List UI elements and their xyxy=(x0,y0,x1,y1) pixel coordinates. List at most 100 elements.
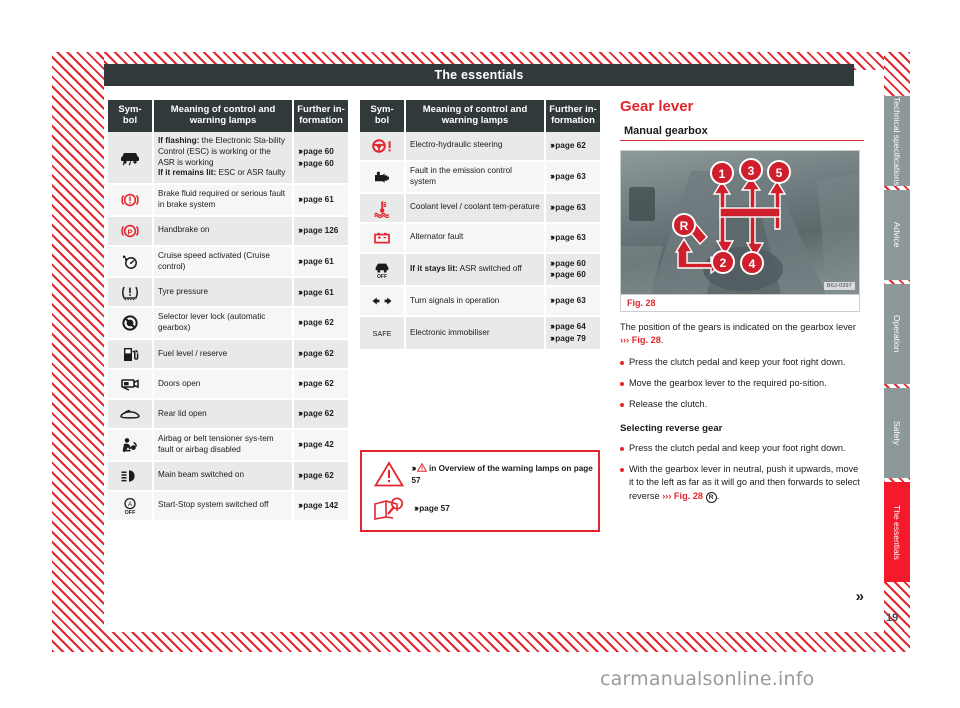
table-row: Rear lid open ››› page 62 xyxy=(108,400,348,431)
section-tab-the-essentials[interactable]: The essentials xyxy=(884,482,910,582)
further-information-cell[interactable]: ››› page 63 xyxy=(546,161,600,194)
tyre-pressure-icon xyxy=(117,282,143,302)
intro-end: . xyxy=(660,335,664,346)
reverse-gear-heading: Selecting reverse gear xyxy=(620,422,723,434)
meaning-text: Selector lever lock (automatic gearbox) xyxy=(158,312,266,333)
tab-label: Operation xyxy=(892,315,902,353)
svg-text:OFF: OFF xyxy=(377,274,387,279)
page-reference[interactable]: ››› page 62 xyxy=(298,317,334,329)
coolant-temp-icon xyxy=(369,198,395,218)
further-information-cell[interactable]: ››› page 61 xyxy=(294,246,348,279)
reverse-badge: R xyxy=(705,491,717,503)
further-information-cell[interactable]: ››› page 64 ››› page 79 xyxy=(546,317,600,351)
page-reference[interactable]: ››› page 63 xyxy=(550,295,586,307)
symbol-cell xyxy=(108,308,154,341)
meaning-text: If it stays lit: ASR switched off xyxy=(410,263,522,273)
article-subtitle: Manual gearbox xyxy=(624,125,708,137)
note-text: ››› page 57 xyxy=(414,502,450,513)
page-reference[interactable]: ››› page 62 xyxy=(298,470,334,482)
page-reference[interactable]: ››› page 126 xyxy=(298,225,338,237)
section-tab-advice[interactable]: Advice xyxy=(884,190,910,280)
page-reference[interactable]: ››› page 63 xyxy=(550,171,586,183)
page-reference[interactable]: ››› page 63 xyxy=(550,202,586,214)
svg-text:3: 3 xyxy=(748,164,755,178)
symbol-cell: SAFE xyxy=(360,317,406,351)
meaning-cell: Handbrake on xyxy=(154,216,294,247)
meaning-cell: Fault in the emission control system xyxy=(406,161,546,194)
intro-paragraph: The position of the gears is indicated o… xyxy=(620,321,864,348)
page-reference[interactable]: ››› page 61 xyxy=(298,256,334,268)
page-reference[interactable]: ››› page 142 xyxy=(298,500,338,512)
further-information-cell[interactable]: ››› page 63 xyxy=(546,287,600,318)
further-information-cell[interactable]: ››› page 42 xyxy=(294,430,348,462)
further-information-cell[interactable]: ››› page 63 xyxy=(546,223,600,254)
meaning-cell: Turn signals in operation xyxy=(406,287,546,318)
section-tab-technical-specifications[interactable]: Technical specifications xyxy=(884,96,910,186)
page-reference[interactable]: ››› page 61 xyxy=(298,287,334,299)
meaning-cell: If it stays lit: ASR switched off xyxy=(406,253,546,288)
list-item: Move the gearbox lever to the required p… xyxy=(620,377,864,390)
section-tab-safety[interactable]: Safety xyxy=(884,388,910,478)
further-information-cell[interactable]: ››› page 62 xyxy=(294,308,348,341)
page-reference[interactable]: ››› page 42 xyxy=(298,439,334,451)
note-text: ››› in Overview of the warning lamps on … xyxy=(411,463,593,485)
further-information-cell[interactable]: ››› page 60 ››› page 60 xyxy=(546,253,600,288)
figure-reference[interactable]: ››› Fig. 28 xyxy=(662,491,703,501)
doors-open-icon xyxy=(117,374,143,394)
page-reference[interactable]: ››› page 62 xyxy=(298,408,334,420)
further-information-cell[interactable]: ››› page 62 xyxy=(546,131,600,162)
meaning-text: Electronic immobiliser xyxy=(410,327,490,337)
section-tab-operation[interactable]: Operation xyxy=(884,284,910,384)
table-row: Tyre pressure ››› page 61 xyxy=(108,278,348,309)
column-header-meaning: Meaning of control and warning lamps xyxy=(154,100,294,132)
further-information-cell[interactable]: ››› page 63 xyxy=(546,193,600,224)
page-reference[interactable]: ››› page 60 ››› page 60 xyxy=(298,146,334,170)
page-reference[interactable]: ››› page 63 xyxy=(550,232,586,244)
section-tabs: Technical specifications Advice Operation S… xyxy=(884,96,910,586)
table-header-row: Sym-bol Meaning of control and warning la… xyxy=(108,100,348,132)
further-information-cell[interactable]: ››› page 62 xyxy=(294,370,348,401)
further-information-cell[interactable]: ››› page 61 xyxy=(294,185,348,217)
brake-warning-icon xyxy=(117,190,143,210)
table-header-row: Sym-bol Meaning of control and warning la… xyxy=(360,100,600,132)
page-reference[interactable]: ››› page 64 ››› page 79 xyxy=(550,321,586,345)
further-information-cell[interactable]: ››› page 60 ››› page 60 xyxy=(294,131,348,186)
figure-code: B6J-0397 xyxy=(823,282,855,290)
article-column: Gear lever Manual gearbox 1 3 5 R 2 4 B6… xyxy=(620,98,864,605)
figure-reference[interactable]: ››› Fig. 28 xyxy=(620,335,661,345)
note-row: ››› page 57 xyxy=(366,491,594,525)
page-reference[interactable]: ››› page 62 xyxy=(298,378,334,390)
page-reference[interactable]: ››› page 60 ››› page 60 xyxy=(550,258,586,282)
page-reference[interactable]: ››› page 62 xyxy=(550,140,586,152)
symbol-cell xyxy=(360,161,406,194)
further-information-cell[interactable]: ››› page 62 xyxy=(294,400,348,431)
further-information-cell[interactable]: ››› page 62 xyxy=(294,340,348,371)
symbol-cell xyxy=(360,131,406,162)
page-reference[interactable]: ››› page 61 xyxy=(298,194,334,206)
symbol-cell xyxy=(108,430,154,462)
meaning-text: Fuel level / reserve xyxy=(158,348,228,358)
further-information-cell[interactable]: ››› page 61 xyxy=(294,278,348,309)
article-title: Gear lever xyxy=(620,98,694,115)
cruise-control-icon xyxy=(117,252,143,272)
tab-label: Advice xyxy=(892,222,902,248)
table-row: Main beam switched on ››› page 62 xyxy=(108,461,348,492)
alternator-icon xyxy=(369,228,395,248)
table-row: OFF If it stays lit: ASR switched off ››› … xyxy=(360,253,600,288)
meaning-text: Cruise speed activated (Cruise control) xyxy=(158,250,270,271)
asr-off-icon: OFF xyxy=(369,259,395,279)
continuation-arrow: » xyxy=(855,588,864,605)
steering-wheel-warning-icon xyxy=(369,136,395,156)
further-information-cell[interactable]: ››› page 126 xyxy=(294,216,348,247)
further-information-cell[interactable]: ››› page 62 xyxy=(294,461,348,492)
selector-lever-lock-icon xyxy=(117,313,143,333)
meaning-cell: If flashing: the Electronic Sta-bility C… xyxy=(154,131,294,186)
table-row: Doors open ››› page 62 xyxy=(108,370,348,401)
further-information-cell[interactable]: ››› page 142 xyxy=(294,491,348,522)
table-row: A OFF Start-Stop system switched off ››› pa… xyxy=(108,491,348,522)
table-row: Selector lever lock (automatic gearbox) ›… xyxy=(108,308,348,341)
page-reference[interactable]: ››› page 62 xyxy=(298,348,334,360)
meaning-cell: Selector lever lock (automatic gearbox) xyxy=(154,308,294,341)
meaning-text: Handbrake on xyxy=(158,225,210,235)
meaning-text: Turn signals in operation xyxy=(410,295,500,305)
